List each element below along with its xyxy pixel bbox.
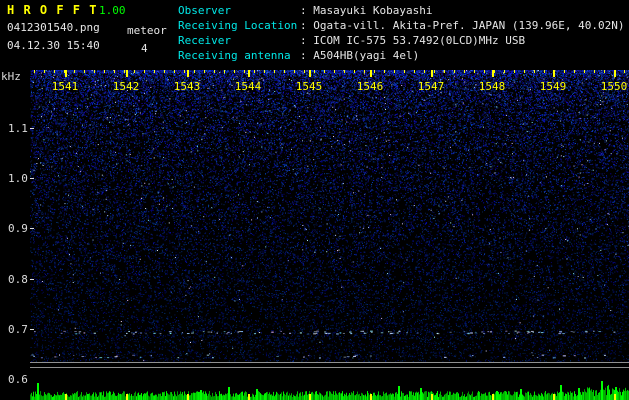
mode-label: meteor: [127, 24, 167, 37]
y-tick-label: 0.8: [8, 273, 28, 286]
station-info: Observer : Masayuki Kobayashi Receiving L…: [178, 3, 625, 63]
x-tick-label: 1543: [173, 80, 201, 93]
signal-level-canvas: [30, 362, 629, 400]
x-tick-label: 1541: [51, 80, 79, 93]
timestamp: 04.12.30 15:40: [7, 39, 100, 52]
y-tick-label: 1.1: [8, 122, 28, 135]
hrofft-window: H R O F F T 1.00 0412301540.png meteor 0…: [0, 0, 629, 400]
x-tick-label: 1546: [356, 80, 384, 93]
info-label: Receiving antenna: [178, 49, 291, 62]
app-title: H R O F F T: [7, 3, 98, 17]
info-row-receiver: Receiver : ICOM IC-575 53.7492(0LCD)MHz U…: [178, 33, 625, 48]
y-tick-label: 1.0: [8, 172, 28, 185]
output-filename: 0412301540.png: [7, 21, 100, 34]
x-tick-label: 1549: [539, 80, 567, 93]
info-row-location: Receiving Location: Ogata-vill. Akita-Pr…: [178, 18, 625, 33]
info-row-observer: Observer : Masayuki Kobayashi: [178, 3, 625, 18]
info-row-antenna: Receiving antenna : A504HB(yagi 4el): [178, 48, 625, 63]
x-tick-label: 1545: [295, 80, 323, 93]
x-tick-label: 1548: [478, 80, 506, 93]
x-tick-label: 1542: [112, 80, 140, 93]
x-tick-label: 1550: [600, 80, 628, 93]
y-tick-label: 0.9: [8, 222, 28, 235]
info-value: : ICOM IC-575 53.7492(0LCD)MHz USB: [300, 34, 526, 47]
y-tick-label: 0.7: [8, 323, 28, 336]
info-value: : Ogata-vill. Akita-Pref. JAPAN (139.96E…: [300, 19, 625, 32]
x-tick-label: 1544: [234, 80, 262, 93]
info-value: : Masayuki Kobayashi: [300, 4, 433, 17]
info-label: Observer: [178, 4, 231, 17]
y-axis-unit-label: kHz: [1, 70, 21, 83]
info-label: Receiver: [178, 34, 231, 47]
meteor-count: 4: [141, 42, 148, 55]
spectrogram-canvas: [30, 70, 629, 362]
app-version: 1.00: [99, 4, 126, 17]
info-label: Receiving Location: [178, 19, 298, 32]
x-tick-label: 1547: [417, 80, 445, 93]
info-value: : A504HB(yagi 4el): [300, 49, 420, 62]
y-tick-label: 0.6: [8, 373, 28, 386]
